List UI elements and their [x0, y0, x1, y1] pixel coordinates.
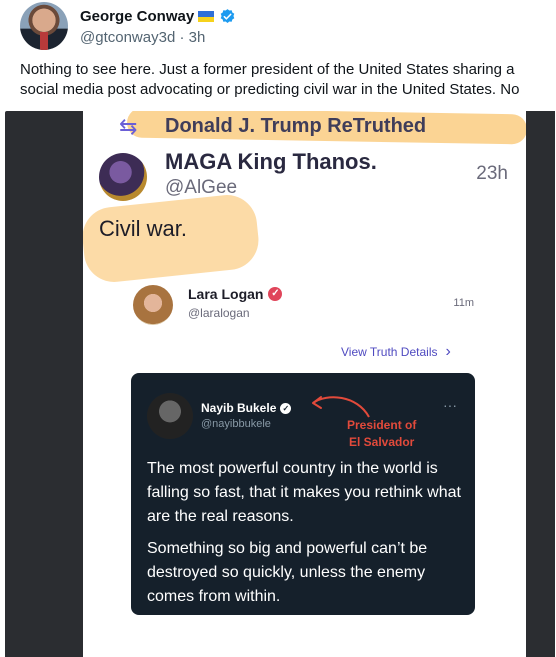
- embedded-display-name: Nayib Bukele: [201, 401, 277, 415]
- post-text: Civil war.: [99, 216, 188, 241]
- quoted-name-row: Lara Logan ✓: [188, 286, 283, 302]
- embedded-name-row: Nayib Bukele ✓: [201, 401, 292, 415]
- post-time: 23h: [476, 163, 508, 184]
- author-handle[interactable]: @gtconway3d: [80, 29, 175, 46]
- tweet-text: Nothing to see here. Just a former presi…: [20, 61, 520, 98]
- annotation-line2: El Salvador: [348, 435, 415, 449]
- truth-social-screenshot: ⇆ Donald J. Trump ReTruthed MAGA King Th…: [83, 111, 526, 657]
- more-icon: ···: [443, 397, 457, 413]
- post-avatar: [99, 153, 147, 201]
- post-handle: @AlGee: [165, 177, 238, 198]
- quoted-display-name: Lara Logan: [188, 286, 264, 302]
- separator-dot: ·: [179, 29, 185, 46]
- view-truth-details-link: View Truth Details ›: [341, 343, 451, 361]
- author-name-row: George Conway: [80, 8, 236, 25]
- tweet-header: George Conway @gtconway3d · 3h: [20, 2, 550, 52]
- ukraine-flag-icon: [198, 11, 215, 22]
- verified-badge-icon: ✓: [280, 402, 292, 414]
- quoted-handle: @laralogan: [188, 306, 250, 320]
- retruth-row: ⇆ Donald J. Trump ReTruthed: [119, 115, 426, 138]
- annotation-label: President of El Salvador: [347, 417, 416, 451]
- handle-and-time: @gtconway3d · 3h: [80, 29, 205, 46]
- avatar[interactable]: [20, 2, 68, 50]
- annotation-line1: President of: [347, 418, 417, 432]
- quoted-time: 11m: [453, 297, 474, 309]
- timestamp[interactable]: 3h: [189, 29, 206, 46]
- verified-badge-icon: [220, 9, 235, 23]
- author-name[interactable]: George Conway: [80, 8, 194, 25]
- embedded-handle: @nayibbukele: [201, 418, 271, 430]
- retruth-icon: ⇆: [119, 113, 138, 139]
- quoted-avatar: [133, 285, 173, 325]
- embedded-paragraph-2: Something so big and powerful can’t be d…: [147, 540, 428, 605]
- embedded-tweet-body: The most powerful country in the world i…: [147, 457, 465, 615]
- embedded-paragraph-1: The most powerful country in the world i…: [147, 460, 461, 525]
- verified-badge-icon: ✓: [268, 287, 283, 301]
- retruth-label: Donald J. Trump ReTruthed: [165, 115, 427, 137]
- embedded-avatar: [147, 393, 193, 439]
- post-display-name: MAGA King Thanos.: [165, 149, 377, 174]
- embedded-tweet-card: Nayib Bukele ✓ @nayibbukele ··· Presiden…: [131, 373, 475, 615]
- chevron-right-icon: ›: [445, 343, 451, 360]
- view-truth-details-label: View Truth Details: [341, 345, 438, 359]
